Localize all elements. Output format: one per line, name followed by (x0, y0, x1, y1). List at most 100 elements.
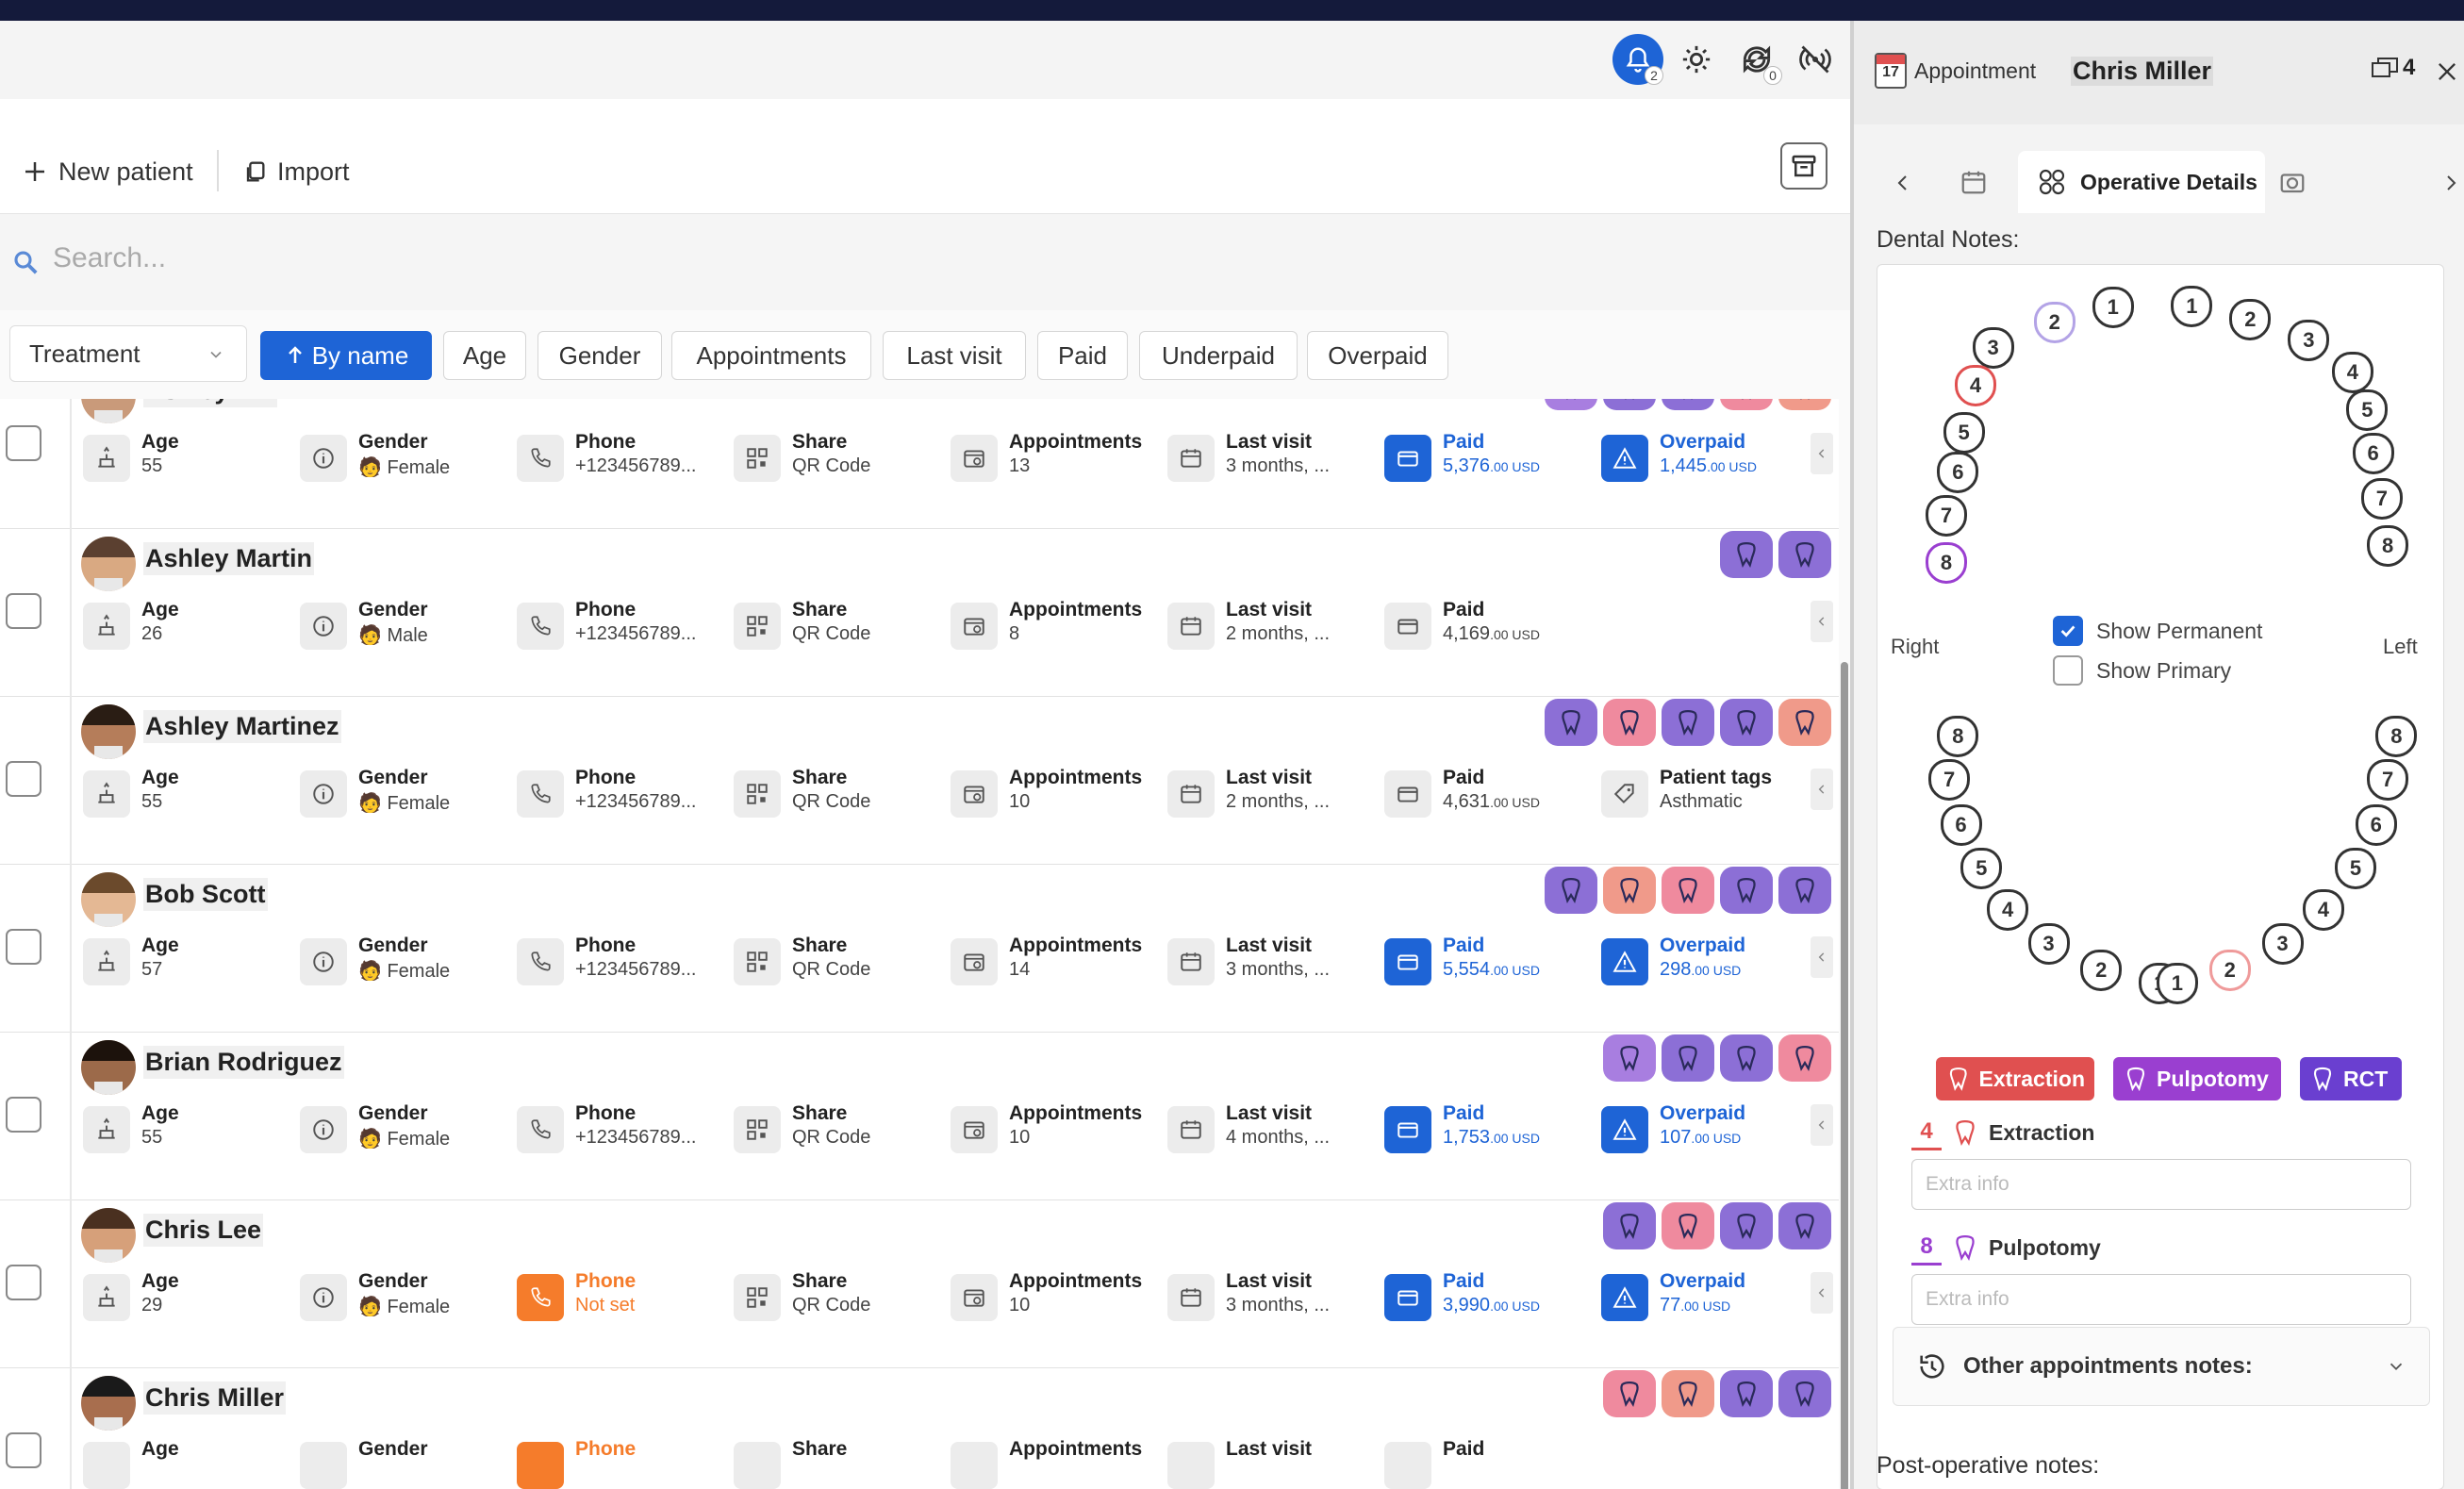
tooth-upper-left-7[interactable]: 7 (2360, 478, 2403, 521)
tooth-upper-right-3[interactable]: 3 (1972, 327, 2014, 370)
chip-underpaid[interactable]: Underpaid (1139, 331, 1298, 380)
appointments-field[interactable]: Appointments (951, 1436, 1167, 1489)
other-appointments-notes[interactable]: Other appointments notes: (1893, 1327, 2430, 1406)
paid-field[interactable]: Paid 4,169.00 USD (1384, 597, 1601, 654)
row-checkbox[interactable] (6, 761, 41, 797)
paid-field[interactable]: Paid 1,753.00 USD (1384, 1100, 1601, 1157)
legend-rct[interactable]: RCT (2300, 1057, 2402, 1100)
chevron-right-icon[interactable] (2439, 170, 2462, 196)
treatment-tag[interactable] (1778, 867, 1831, 914)
gender-field[interactable]: Gender 🧑 Female (300, 1268, 517, 1325)
patient-row[interactable]: Ashley Martinez Age 55 Gender 🧑 Female Phone +… (0, 697, 1839, 865)
tooth-lower-right-5[interactable]: 5 (1960, 848, 2003, 890)
import-button[interactable]: Import (241, 146, 350, 197)
legend-pulpotomy[interactable]: Pulpotomy (2113, 1057, 2281, 1100)
row-checkbox[interactable] (6, 929, 41, 965)
last-visit-field[interactable]: Last visit (1167, 1436, 1384, 1489)
share-field[interactable]: Share QR Code (734, 1100, 951, 1157)
row-expand-arrow[interactable] (1811, 1104, 1833, 1146)
treatment-tag[interactable] (1662, 867, 1714, 914)
tooth-upper-right-5[interactable]: 5 (1943, 412, 1985, 454)
tooth-upper-left-8[interactable]: 8 (2367, 525, 2409, 567)
age-field[interactable]: Age 55 (83, 1100, 300, 1157)
chip-appointments[interactable]: Appointments (671, 331, 871, 380)
phone-field[interactable]: Phone +123456789... (517, 429, 734, 486)
phone-field[interactable]: Phone Not set (517, 1268, 734, 1325)
patient-name[interactable]: Brian Rodriguez (143, 1046, 344, 1079)
patient-row[interactable]: Brian Rodriguez Age 55 Gender 🧑 Female Phone +… (0, 1033, 1839, 1200)
phone-field[interactable]: Phone +123456789... (517, 597, 734, 654)
row-checkbox[interactable] (6, 1432, 41, 1468)
overpaid-field[interactable]: Overpaid 77.00 USD (1601, 1268, 1818, 1325)
treatment-tag[interactable] (1662, 699, 1714, 746)
pulpotomy-extra-info-input[interactable] (1911, 1274, 2411, 1325)
gender-field[interactable]: Gender 🧑 Male (300, 597, 517, 654)
last-visit-field[interactable]: Last visit 4 months, ... (1167, 1100, 1384, 1157)
tooth-lower-right-3[interactable]: 3 (2027, 923, 2070, 966)
overpaid-field[interactable]: Overpaid 107.00 USD (1601, 1100, 1818, 1157)
tooth-upper-right-2[interactable]: 2 (2033, 302, 2075, 344)
chip-by-name[interactable]: By name (260, 331, 432, 380)
broadcast-button[interactable] (1790, 34, 1841, 85)
treatment-tag[interactable] (1720, 1202, 1773, 1249)
treatment-tag[interactable] (1662, 1034, 1714, 1082)
age-field[interactable]: Age 55 (83, 429, 300, 486)
treatment-tag[interactable] (1662, 399, 1714, 410)
treatment-tag[interactable] (1603, 867, 1656, 914)
row-expand-arrow[interactable] (1811, 601, 1833, 642)
tooth-lower-right-2[interactable]: 2 (2080, 949, 2123, 991)
treatment-tag[interactable] (1720, 867, 1773, 914)
age-field[interactable]: Age 55 (83, 765, 300, 821)
paid-field[interactable]: Paid 4,631.00 USD (1384, 765, 1601, 821)
archive-button[interactable] (1780, 142, 1827, 190)
treatment-tag[interactable] (1720, 699, 1773, 746)
share-field[interactable]: Share QR Code (734, 429, 951, 486)
tooth-upper-right-1[interactable]: 1 (2092, 287, 2134, 329)
tooth-upper-left-1[interactable]: 1 (2171, 285, 2213, 327)
appointments-field[interactable]: Appointments 10 (951, 765, 1167, 821)
gender-field[interactable]: Gender 🧑 Female (300, 765, 517, 821)
patient-name[interactable]: Ashley Martin (143, 542, 315, 575)
share-field[interactable]: Share QR Code (734, 1268, 951, 1325)
treatment-tag[interactable] (1545, 867, 1597, 914)
paid-field[interactable]: Paid 3,990.00 USD (1384, 1268, 1601, 1325)
show-primary-checkbox[interactable] (2053, 655, 2083, 686)
overpaid-field[interactable]: Overpaid 1,445.00 USD (1601, 429, 1818, 486)
last-visit-field[interactable]: Last visit 3 months, ... (1167, 1268, 1384, 1325)
tooth-upper-right-8[interactable]: 8 (1926, 541, 1967, 584)
gender-field[interactable]: Gender 🧑 Female (300, 1100, 517, 1157)
treatment-tag[interactable] (1778, 531, 1831, 578)
tooth-upper-right-4[interactable]: 4 (1955, 365, 1996, 407)
row-expand-arrow[interactable] (1811, 1272, 1833, 1314)
patient-row[interactable]: Chris Lee Age 29 Gender 🧑 Female Phone Not set… (0, 1200, 1839, 1368)
last-visit-field[interactable]: Last visit 2 months, ... (1167, 765, 1384, 821)
row-checkbox[interactable] (6, 593, 41, 629)
tooth-lower-right-4[interactable]: 4 (1987, 888, 2029, 931)
tooth-lower-right-7[interactable]: 7 (1928, 759, 1971, 801)
appointments-field[interactable]: Appointments 14 (951, 933, 1167, 989)
age-field[interactable]: Age 57 (83, 933, 300, 989)
tooth-lower-left-4[interactable]: 4 (2302, 888, 2344, 931)
age-field[interactable]: Age 29 (83, 1268, 300, 1325)
treatment-tag[interactable] (1662, 1202, 1714, 1249)
age-field[interactable]: Age (83, 1436, 300, 1489)
patient-name[interactable]: Chris Miller (143, 1381, 287, 1415)
row-expand-arrow[interactable] (1811, 936, 1833, 978)
patient-row[interactable]: Ashley Hill Age55 Gender 🧑 Female Phone+1234… (0, 399, 1839, 529)
treatment-tag[interactable] (1778, 1202, 1831, 1249)
new-patient-button[interactable]: New patient (21, 146, 193, 197)
row-checkbox[interactable] (6, 425, 41, 461)
treatment-select[interactable]: Treatment (9, 325, 247, 382)
notifications-button[interactable]: 2 (1612, 34, 1663, 85)
gender-field[interactable]: Gender (300, 1436, 517, 1489)
share-field[interactable]: Share (734, 1436, 951, 1489)
treatment-tag[interactable] (1778, 1034, 1831, 1082)
patient-tags-field[interactable]: Patient tags Asthmatic (1601, 765, 1818, 821)
treatment-tag[interactable] (1603, 1370, 1656, 1417)
share-field[interactable]: Share QR Code (734, 765, 951, 821)
tooth-lower-left-3[interactable]: 3 (2261, 923, 2304, 966)
share-field[interactable]: Share QR Code (734, 597, 951, 654)
extraction-extra-info-input[interactable] (1911, 1159, 2411, 1210)
patient-row[interactable]: Bob Scott Age 57 Gender 🧑 Female Phone +123456… (0, 865, 1839, 1033)
tab-calendar-icon[interactable] (1960, 168, 1988, 196)
